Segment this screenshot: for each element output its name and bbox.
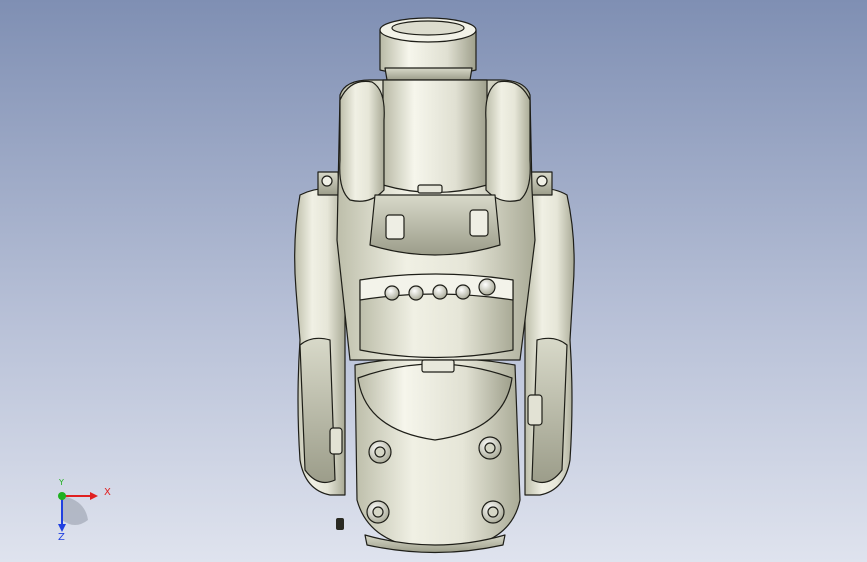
x-axis-label: X [104, 487, 111, 498]
coordinate-triad: X Y Z [40, 478, 120, 550]
left-lower-guard [299, 337, 336, 483]
right-arm-cheek [485, 80, 531, 202]
center-motor [382, 79, 488, 194]
3d-viewport[interactable]: X Y Z [0, 0, 867, 562]
z-axis-label: Z [58, 532, 65, 543]
left-arm-cheek [339, 80, 385, 202]
y-axis-label: Y [59, 478, 64, 487]
robot-arm-model[interactable] [0, 0, 867, 562]
